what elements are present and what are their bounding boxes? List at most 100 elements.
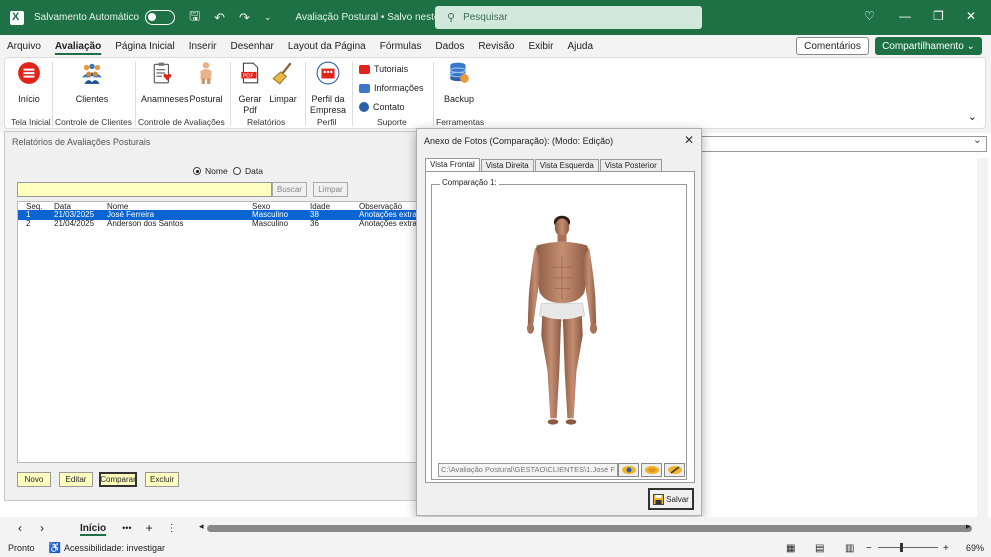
open-camera-button[interactable]	[618, 463, 639, 477]
scroll-right-icon[interactable]: ▸	[966, 521, 971, 532]
inicio-button[interactable]: Início	[13, 61, 45, 105]
anamneses-label: Anamneses	[141, 94, 189, 104]
buscar-button[interactable]: Buscar	[272, 182, 307, 197]
share-button[interactable]: Compartilhamento ⌄	[875, 37, 982, 55]
search-name-input[interactable]	[17, 182, 272, 197]
lightbulb-icon[interactable]: ♡	[864, 9, 875, 23]
separator	[52, 62, 53, 126]
redo-icon[interactable]: ↷	[239, 10, 250, 26]
backup-button[interactable]: Backup	[441, 61, 477, 105]
limpar-ribbon-button[interactable]: Limpar	[267, 61, 299, 105]
tab-revisao[interactable]: Revisão	[471, 41, 521, 52]
more-sheets-button[interactable]: •••	[122, 523, 131, 533]
pencil-photo-icon	[667, 466, 682, 474]
zoom-slider-thumb[interactable]	[900, 543, 903, 552]
tab-arquivo[interactable]: Arquivo	[0, 41, 48, 52]
group-controle-clientes: Controle de Clientes	[55, 117, 133, 127]
database-backup-icon	[449, 62, 469, 83]
informacoes-button[interactable]: Informações	[359, 83, 424, 93]
tab-ajuda[interactable]: Ajuda	[560, 41, 600, 52]
limpar-label: Limpar	[318, 185, 343, 194]
pdf-file-icon: PDF	[241, 62, 259, 84]
customize-toolbar-icon[interactable]: ⌄	[264, 12, 272, 23]
next-sheet-icon[interactable]: ›	[40, 521, 44, 535]
radio-empty-icon	[233, 167, 241, 175]
results-table[interactable]: Seq. Data Nome Sexo Idade Observação 1 2…	[17, 201, 425, 463]
zoom-in-icon[interactable]: +	[943, 543, 949, 554]
table-row[interactable]: 2 21/04/2025 Anderson dos Santos Masculi…	[18, 219, 424, 229]
informacoes-label: Informações	[374, 83, 424, 93]
editar-button[interactable]: Editar	[59, 472, 93, 487]
comments-button[interactable]: Comentários	[796, 37, 869, 55]
add-sheet-button[interactable]: +	[146, 521, 153, 535]
clientes-label: Clientes	[75, 94, 109, 104]
inicio-label: Início	[18, 94, 40, 104]
ribbon: Início Clientes Anamneses Postural PDF G…	[4, 57, 986, 129]
editar-label: Editar	[65, 475, 87, 484]
sheet-options-icon[interactable]: ⋮	[167, 523, 177, 534]
normal-view-icon[interactable]: ▦	[786, 543, 795, 554]
clipboard-heart-icon	[153, 62, 172, 84]
tutoriais-button[interactable]: Tutoriais	[359, 64, 408, 74]
tab-pagina-inicial[interactable]: Página Inicial	[108, 41, 181, 52]
tab-layout[interactable]: Layout da Página	[281, 41, 373, 52]
cell-seq: 2	[26, 219, 31, 228]
excluir-button[interactable]: Excluir	[145, 472, 179, 487]
undo-icon[interactable]: ↶	[214, 10, 225, 26]
tab-formulas[interactable]: Fórmulas	[373, 41, 429, 52]
zoom-slider[interactable]	[878, 547, 938, 548]
close-icon[interactable]: ✕	[966, 9, 976, 23]
minimize-icon[interactable]: —	[899, 9, 911, 23]
tab-avaliacao[interactable]: Avaliação	[48, 41, 108, 52]
limpar-ribbon-label: Limpar	[269, 94, 297, 104]
vertical-scrollbar[interactable]	[977, 158, 988, 518]
contato-button[interactable]: Contato	[359, 102, 405, 112]
youtube-icon	[359, 64, 370, 74]
novo-button[interactable]: Novo	[17, 472, 51, 487]
gerar-pdf-button[interactable]: PDF Gerar Pdf	[235, 61, 265, 116]
tab-inserir[interactable]: Inserir	[182, 41, 224, 52]
dialog-close-icon[interactable]: ✕	[684, 133, 694, 147]
restore-icon[interactable]: ❐	[933, 9, 944, 23]
perfil-empresa-button[interactable]: Perfil da Empresa	[308, 61, 348, 116]
users-group-icon	[82, 63, 102, 84]
page-break-icon[interactable]: ▥	[845, 543, 854, 554]
radio-data[interactable]: Data	[233, 166, 263, 176]
formula-bar[interactable]	[700, 133, 987, 152]
save-icon[interactable]: 🖫	[189, 7, 200, 29]
radio-selected-icon	[193, 167, 201, 175]
clientes-button[interactable]: Clientes	[72, 61, 112, 105]
comparar-label: Comparar	[100, 475, 136, 484]
radio-nome[interactable]: Nome	[193, 166, 228, 176]
anamneses-button[interactable]: Anamneses	[141, 61, 189, 105]
page-layout-icon[interactable]: ▤	[815, 543, 824, 554]
search-icon: ⚲	[447, 12, 456, 24]
postural-button[interactable]: Postural	[189, 61, 223, 105]
save-button[interactable]: Salvar	[648, 488, 694, 510]
collapse-ribbon-icon[interactable]: ⌄	[968, 110, 977, 123]
scroll-left-icon[interactable]: ◂	[199, 521, 204, 532]
prev-sheet-icon[interactable]: ‹	[18, 521, 22, 535]
sheet-tab-inicio[interactable]: Início	[80, 523, 106, 534]
radio-data-label: Data	[245, 166, 263, 176]
autosave-toggle[interactable]	[145, 10, 176, 25]
edit-photo-button[interactable]	[664, 463, 685, 477]
zoom-level[interactable]: 69%	[966, 543, 984, 553]
search-input[interactable]: ⚲ Pesquisar	[435, 6, 702, 29]
photo-path-field[interactable]: C:\Avaliação Postural\GESTAO\CLIENTES\1.…	[438, 463, 618, 477]
tab-vista-frontal[interactable]: Vista Frontal	[425, 158, 480, 172]
contato-label: Contato	[373, 102, 405, 112]
limpar-button[interactable]: Limpar	[313, 182, 348, 197]
svg-text:PDF: PDF	[243, 73, 254, 79]
info-icon	[359, 83, 370, 93]
horizontal-scrollbar[interactable]	[207, 525, 972, 532]
attach-photo-button[interactable]	[641, 463, 662, 477]
comparar-button[interactable]: Comparar	[99, 472, 137, 487]
tab-dados[interactable]: Dados	[428, 41, 471, 52]
zoom-out-icon[interactable]: −	[866, 543, 872, 554]
tab-exibir[interactable]: Exibir	[521, 41, 560, 52]
excel-logo-icon	[10, 10, 24, 25]
status-ready: Pronto	[8, 543, 35, 553]
accessibility-status[interactable]: Acessibilidade: investigar	[64, 543, 165, 553]
tab-desenhar[interactable]: Desenhar	[224, 41, 281, 52]
